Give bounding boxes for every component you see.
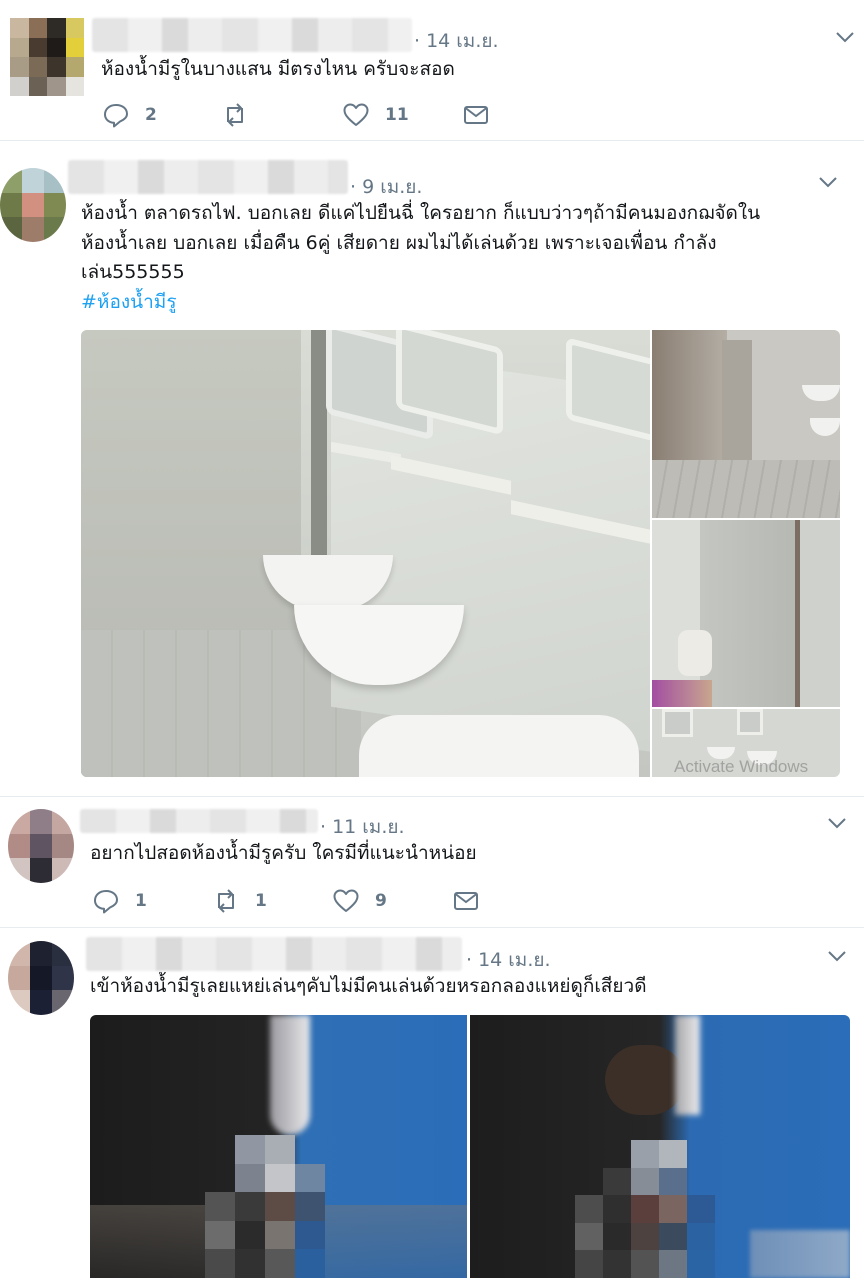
photo-stall[interactable] [652, 520, 840, 707]
avatar[interactable] [8, 941, 74, 1015]
like-button[interactable]: 11 [343, 100, 409, 130]
tweet-text-line-3: เล่น555555 [81, 261, 185, 283]
tweet-text-line-1: ห้องน้ำ ตลาดรถไฟ. บอกเลย ดีแค่ไปยืนฉี่ ใ… [81, 202, 761, 224]
photo-corridor[interactable] [652, 330, 840, 518]
heart-icon [333, 889, 359, 912]
tweet-actions: 2 11 [0, 100, 864, 130]
tweet-date[interactable]: · 14 เม.ย. [466, 945, 551, 975]
censored-pixelation [575, 1140, 715, 1278]
username-redacted[interactable] [80, 809, 318, 833]
like-count: 11 [385, 105, 409, 125]
censored-pixelation [205, 1135, 325, 1278]
tweet-2[interactable]: · 9 เม.ย. ห้องน้ำ ตลาดรถไฟ. บอกเลย ดีแค่… [0, 140, 864, 796]
dm-button[interactable] [453, 886, 479, 916]
reply-button[interactable]: 1 [93, 886, 147, 916]
chevron-down-icon[interactable] [817, 171, 839, 193]
photo-sinks[interactable] [81, 330, 650, 777]
tweet-text-line-2: ห้องน้ำเลย บอกเลย เมื่อคืน 6คู่ เสียดาย … [81, 232, 717, 254]
reply-count: 2 [145, 105, 157, 125]
envelope-icon [454, 892, 478, 910]
chevron-down-icon[interactable] [826, 945, 848, 967]
like-button[interactable]: 9 [333, 886, 387, 916]
like-count: 9 [375, 891, 387, 911]
activate-windows-watermark: Activate Windows [674, 757, 809, 776]
photo-grid: Activate Windows [81, 330, 840, 777]
chevron-down-icon[interactable] [834, 26, 856, 48]
dm-button[interactable] [463, 100, 489, 130]
tweet-3[interactable]: · 11 เม.ย. อยากไปสอดห้องน้ำมีรูครับ ใครม… [0, 796, 864, 928]
heart-icon [343, 103, 369, 126]
username-redacted[interactable] [68, 160, 348, 194]
photo-right[interactable] [470, 1015, 850, 1278]
reply-icon [104, 104, 128, 128]
avatar[interactable] [8, 809, 74, 883]
retweet-icon [218, 889, 234, 913]
tweet-date[interactable]: · 9 เม.ย. [350, 172, 422, 202]
tweet-date[interactable]: · 14 เม.ย. [414, 26, 499, 56]
retweet-count: 1 [255, 891, 267, 911]
photo-left[interactable] [90, 1015, 467, 1278]
tweet-text: อยากไปสอดห้องน้ำมีรูครับ ใครมีที่แนะนำหน… [90, 842, 477, 864]
username-redacted[interactable] [92, 18, 412, 52]
reply-icon [94, 890, 118, 914]
tweet-text: ห้องน้ำมีรูในบางแสน มีตรงไหน ครับจะสอด [101, 58, 455, 80]
hashtag-link[interactable]: #ห้องน้ำมีรู [81, 288, 177, 317]
envelope-icon [464, 106, 488, 124]
avatar[interactable] [10, 18, 84, 96]
photo-grid [90, 1015, 850, 1278]
username-redacted[interactable] [86, 937, 462, 971]
chevron-down-icon[interactable] [826, 812, 848, 834]
avatar[interactable] [0, 168, 66, 242]
tweet-text: เข้าห้องน้ำมีรูเลยแหย่เล่นๆคับไม่มีคนเล่… [90, 975, 647, 997]
tweet-4[interactable]: · 14 เม.ย. เข้าห้องน้ำมีรูเลยแหย่เล่นๆคั… [0, 927, 864, 1278]
retweet-icon [227, 103, 243, 127]
retweet-button[interactable]: 1 [213, 886, 267, 916]
tweet-date[interactable]: · 11 เม.ย. [320, 812, 405, 842]
retweet-button[interactable] [222, 100, 248, 130]
reply-count: 1 [135, 891, 147, 911]
tweet-1[interactable]: · 14 เม.ย. ห้องน้ำมีรูในบางแสน มีตรงไหน … [0, 0, 864, 141]
reply-button[interactable]: 2 [103, 100, 157, 130]
tweet-actions: 1 1 9 [0, 886, 864, 916]
